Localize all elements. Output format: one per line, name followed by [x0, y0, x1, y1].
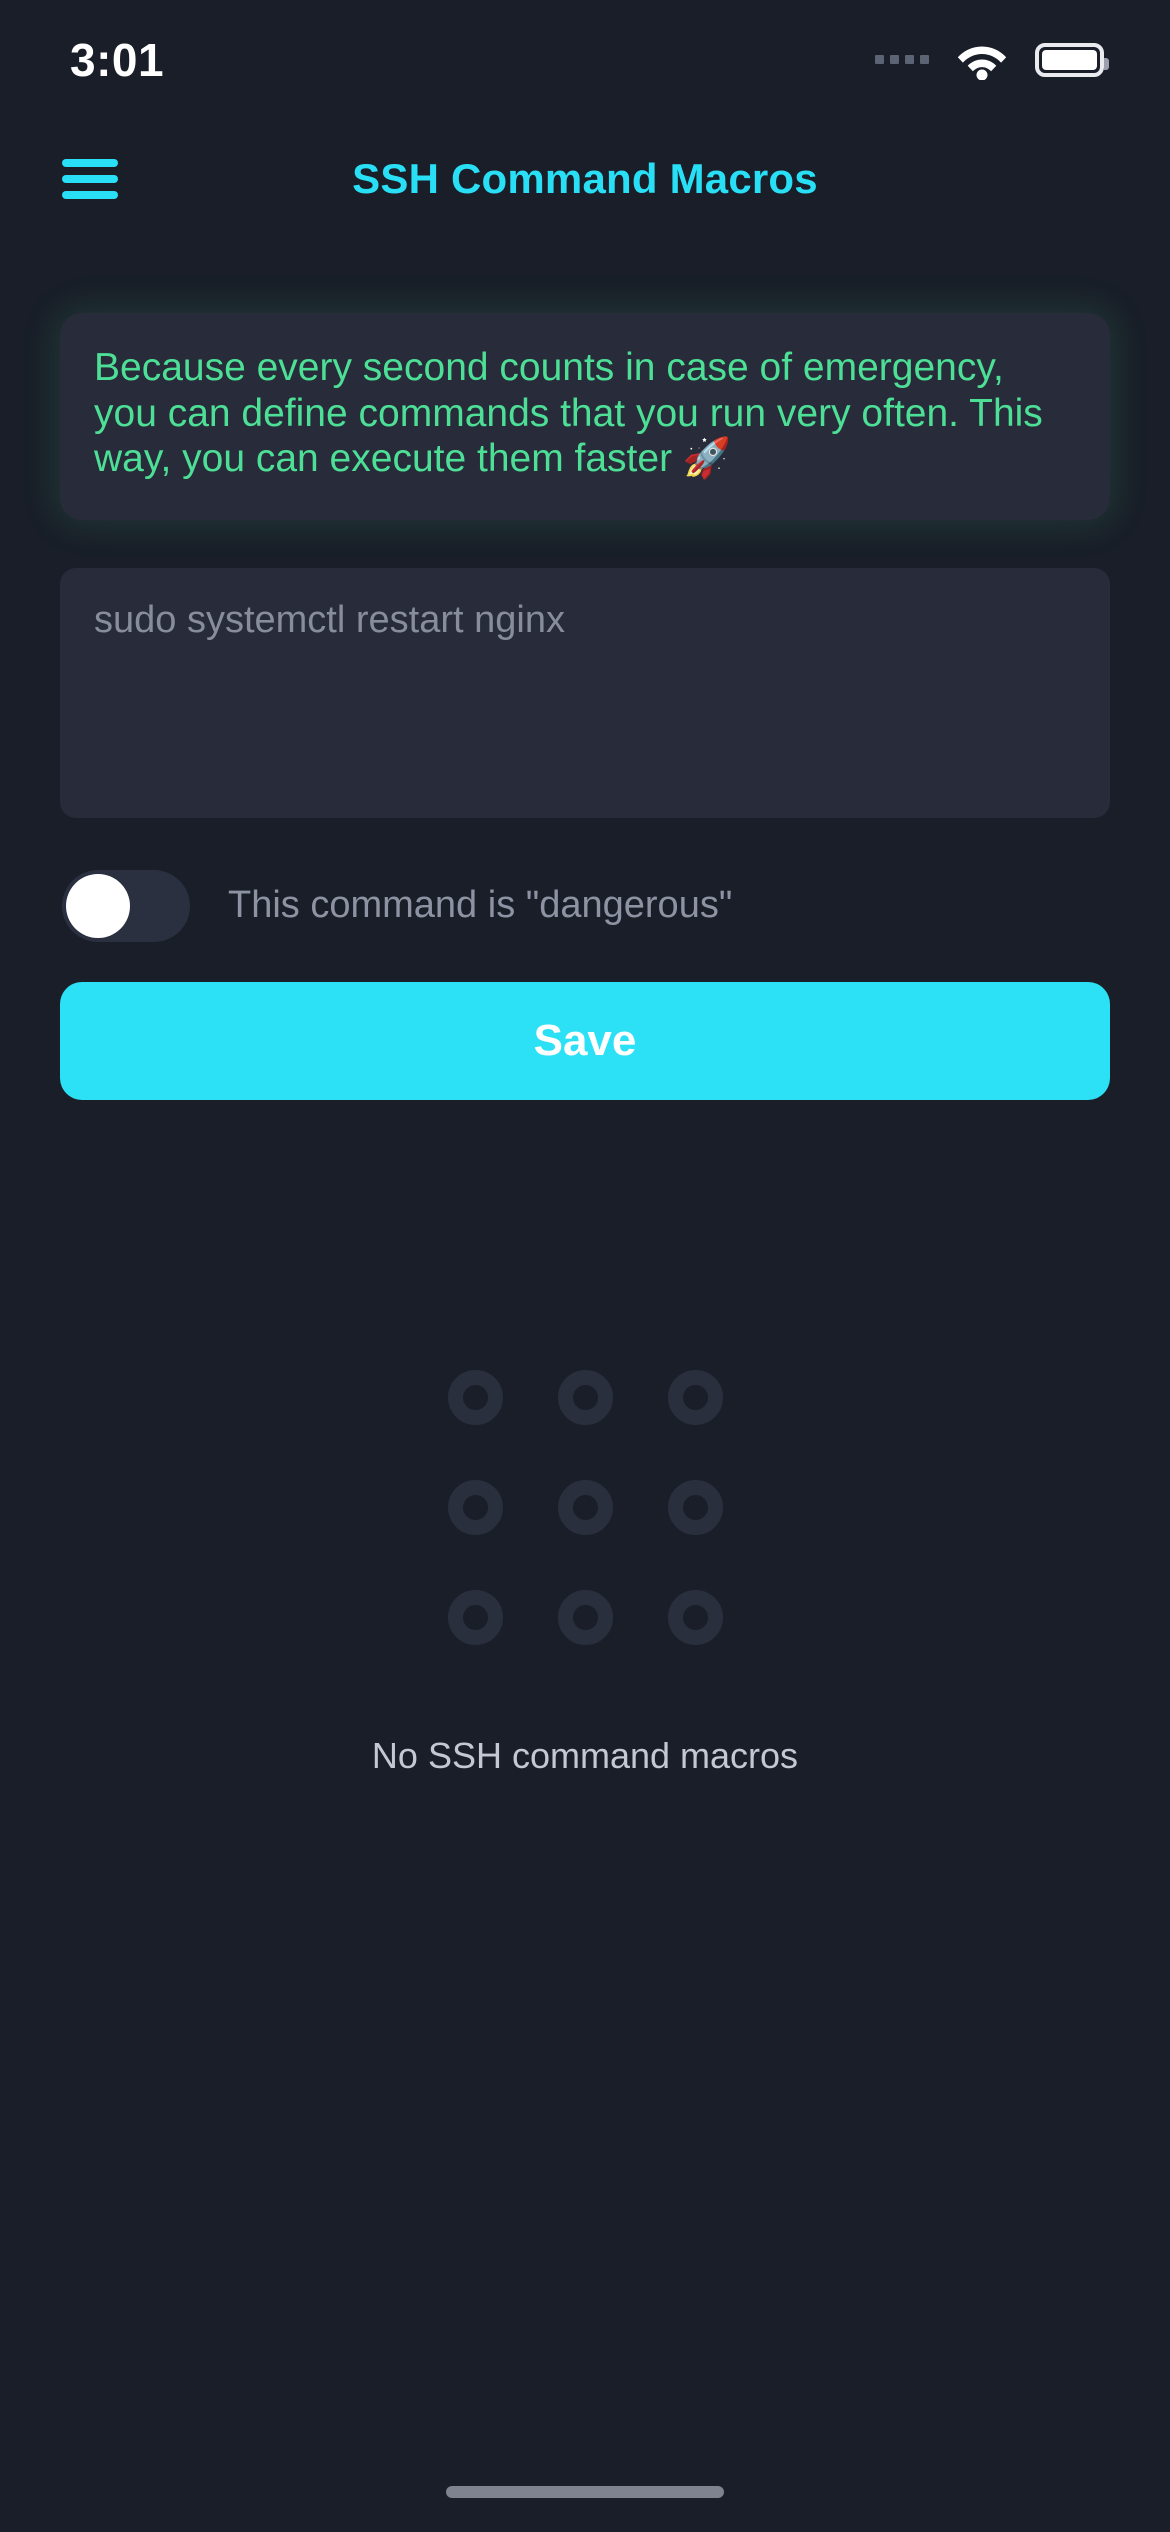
battery-full-icon [1035, 43, 1109, 77]
empty-state: No SSH command macros [60, 1369, 1110, 1777]
empty-state-message: No SSH command macros [371, 1734, 799, 1776]
danger-toggle-label: This command is "dangerous" [228, 884, 733, 927]
app-screen: 3:01 SSH Command Macros Because every se… [0, 0, 1170, 2532]
status-indicators [875, 40, 1109, 80]
info-banner: Because every second counts in case of e… [60, 313, 1110, 520]
hamburger-menu-icon[interactable] [62, 153, 124, 205]
rings-grid-icon [447, 1369, 723, 1645]
command-input-placeholder: sudo systemctl restart nginx [94, 598, 565, 641]
danger-toggle-row: This command is "dangerous" [60, 869, 1110, 942]
save-button-label: Save [533, 1015, 637, 1065]
page-title: SSH Command Macros [352, 155, 818, 202]
home-indicator-bar [446, 2486, 724, 2498]
info-banner-text: Because every second counts in case of e… [94, 346, 1043, 481]
signal-dots-icon [875, 54, 929, 64]
main-content: Because every second counts in case of e… [0, 238, 1170, 2532]
command-input[interactable]: sudo systemctl restart nginx [60, 567, 1110, 818]
save-button[interactable]: Save [60, 981, 1110, 1100]
danger-toggle-switch[interactable] [62, 869, 190, 942]
wifi-icon [957, 46, 1007, 80]
app-bar: SSH Command Macros [0, 120, 1170, 238]
status-time: 3:01 [70, 34, 165, 86]
status-bar: 3:01 [0, 0, 1170, 120]
toggle-knob [66, 873, 130, 938]
